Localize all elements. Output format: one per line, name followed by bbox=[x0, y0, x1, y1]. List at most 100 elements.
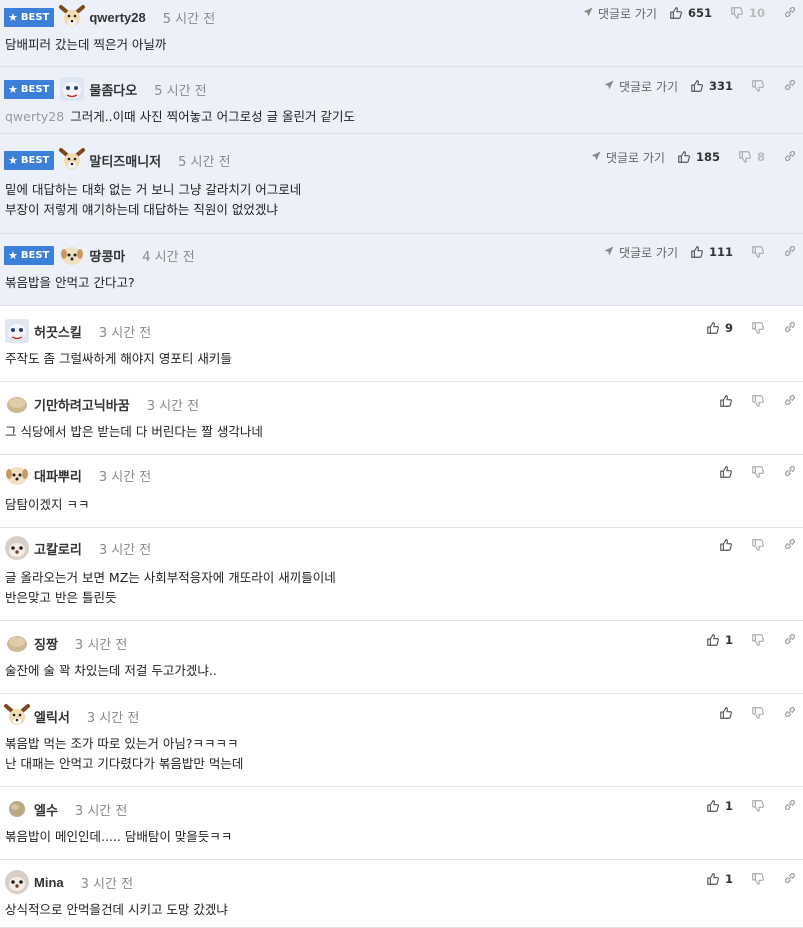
avatar[interactable] bbox=[4, 391, 30, 417]
avatar[interactable] bbox=[4, 318, 30, 344]
upvote-button[interactable]: 9 bbox=[706, 321, 733, 335]
thumbs-up-icon bbox=[719, 394, 733, 408]
upvote-button[interactable]: 1 bbox=[706, 872, 733, 886]
downvote-button[interactable] bbox=[751, 245, 765, 259]
copy-link-button[interactable] bbox=[783, 78, 797, 95]
downvote-button[interactable]: 10 bbox=[730, 6, 765, 20]
avatar[interactable] bbox=[59, 4, 85, 30]
comment-line-text: 담탐이겠지 ㅋㅋ bbox=[5, 497, 90, 512]
thumbs-down-icon bbox=[751, 394, 765, 408]
copy-link-button[interactable] bbox=[783, 149, 797, 166]
best-badge: ★ BEST bbox=[4, 150, 55, 170]
downvote-button[interactable] bbox=[751, 538, 765, 552]
avatar[interactable] bbox=[4, 869, 30, 895]
comment-nickname[interactable]: 말티즈매니저 bbox=[89, 151, 161, 170]
copy-link-button[interactable] bbox=[783, 705, 797, 722]
comment-nickname[interactable]: 고칼로리 bbox=[34, 539, 82, 558]
downvote-button[interactable] bbox=[751, 872, 765, 886]
link-icon bbox=[783, 464, 797, 481]
comment-line: 난 대패는 안먹고 기다렸다가 볶음밥만 먹는데 bbox=[5, 754, 243, 774]
goto-comment-button[interactable]: 댓글로 가기 bbox=[603, 244, 678, 261]
send-arrow-icon bbox=[603, 79, 619, 94]
goto-comment-button[interactable]: 댓글로 가기 bbox=[582, 5, 657, 22]
copy-link-button[interactable] bbox=[783, 798, 797, 815]
comment-line-text: 주작도 좀 그럴싸하게 해야지 영포티 새키들 bbox=[5, 351, 232, 366]
upvote-button[interactable] bbox=[719, 538, 733, 552]
comment-line: 글 올라오는거 보면 MZ는 사회부적응자에 개또라이 새끼들이네 bbox=[5, 568, 336, 588]
comment-nickname[interactable]: 기만하려고닉바꿈 bbox=[34, 395, 130, 414]
avatar[interactable] bbox=[4, 535, 30, 561]
avatar[interactable] bbox=[4, 462, 30, 488]
comment-nickname[interactable]: Mina bbox=[34, 875, 64, 890]
downvote-button[interactable] bbox=[751, 79, 765, 93]
upvote-button[interactable]: 651 bbox=[669, 6, 712, 20]
comment-time: 5 시간 전 bbox=[154, 83, 207, 99]
comment-nickname[interactable]: 허끗스킬 bbox=[34, 322, 82, 341]
avatar[interactable] bbox=[4, 703, 30, 729]
thumbs-down-icon bbox=[751, 245, 765, 259]
comment-time: 3 시간 전 bbox=[98, 469, 152, 485]
comment-nickname[interactable]: 대파뿌리 bbox=[34, 466, 82, 485]
comment-time: 3 시간 전 bbox=[86, 710, 140, 726]
thumbs-down-icon bbox=[751, 633, 765, 647]
comment-header: ★ BEST 물좀다오 5 시간 전 bbox=[4, 74, 207, 104]
link-icon bbox=[783, 798, 797, 815]
upvote-button[interactable]: 331 bbox=[690, 79, 733, 93]
copy-link-button[interactable] bbox=[783, 393, 797, 410]
downvote-button[interactable] bbox=[751, 799, 765, 813]
comment-line: 담탐이겠지 ㅋㅋ bbox=[5, 495, 89, 515]
goto-comment-button[interactable]: 댓글로 가기 bbox=[590, 149, 665, 166]
comment-line: 반은맞고 반은 틀린듯 bbox=[5, 588, 336, 608]
send-arrow-icon bbox=[582, 6, 598, 21]
goto-comment-label: 댓글로 가기 bbox=[618, 245, 678, 260]
copy-link-button[interactable] bbox=[783, 464, 797, 481]
upvote-count: 185 bbox=[695, 150, 720, 164]
copy-link-button[interactable] bbox=[783, 320, 797, 337]
thumbs-up-icon bbox=[719, 538, 733, 552]
thumbs-down-icon bbox=[751, 321, 765, 335]
downvote-button[interactable]: 8 bbox=[738, 150, 765, 164]
comment-nickname[interactable]: qwerty28 bbox=[89, 10, 145, 25]
copy-link-button[interactable] bbox=[783, 871, 797, 888]
comment-line: 술잔에 술 꽉 차있는데 저걸 두고가겠냐.. bbox=[5, 661, 217, 681]
goto-comment-button[interactable]: 댓글로 가기 bbox=[603, 78, 678, 95]
downvote-button[interactable] bbox=[751, 321, 765, 335]
comment-nickname[interactable]: 물좀다오 bbox=[89, 80, 137, 99]
upvote-button[interactable]: 1 bbox=[706, 799, 733, 813]
avatar[interactable] bbox=[59, 147, 85, 173]
comment-nickname[interactable]: 땅콩마 bbox=[89, 246, 125, 265]
upvote-button[interactable] bbox=[719, 394, 733, 408]
copy-link-button[interactable] bbox=[783, 244, 797, 261]
upvote-button[interactable] bbox=[719, 465, 733, 479]
comment-nickname[interactable]: 징짱 bbox=[34, 634, 58, 653]
downvote-button[interactable] bbox=[751, 394, 765, 408]
reply-to-nickname[interactable]: qwerty28 bbox=[5, 109, 64, 124]
comment-line-text: 볶음밥 먹는 조가 따로 있는거 아님?ㅋㅋㅋㅋ bbox=[5, 736, 239, 751]
avatar[interactable] bbox=[59, 242, 85, 268]
avatar[interactable] bbox=[59, 76, 85, 102]
comment-line-text: 그 식당에서 밥은 받는데 다 버린다는 짤 생각나네 bbox=[5, 424, 263, 439]
upvote-button[interactable] bbox=[719, 706, 733, 720]
upvote-button[interactable]: 111 bbox=[690, 245, 733, 259]
link-icon bbox=[783, 705, 797, 722]
downvote-button[interactable] bbox=[751, 465, 765, 479]
upvote-count: 9 bbox=[724, 321, 733, 335]
copy-link-button[interactable] bbox=[783, 537, 797, 554]
downvote-button[interactable] bbox=[751, 633, 765, 647]
avatar[interactable] bbox=[4, 630, 30, 656]
copy-link-button[interactable] bbox=[783, 5, 797, 22]
avatar[interactable] bbox=[4, 796, 30, 822]
comment-nickname[interactable]: 엘수 bbox=[34, 800, 58, 819]
comment-nickname[interactable]: 엘릭서 bbox=[34, 707, 70, 726]
comment-line: 상식적으로 안먹을건데 시키고 도망 갔겠냐 bbox=[5, 900, 228, 920]
downvote-button[interactable] bbox=[751, 706, 765, 720]
upvote-button[interactable]: 1 bbox=[706, 633, 733, 647]
upvote-count: 111 bbox=[708, 245, 733, 259]
upvote-button[interactable]: 185 bbox=[677, 150, 720, 164]
comment-text: 글 올라오는거 보면 MZ는 사회부적응자에 개또라이 새끼들이네 반은맞고 반은… bbox=[5, 568, 336, 608]
link-icon bbox=[783, 320, 797, 337]
comment-actions: 1 bbox=[706, 627, 797, 653]
copy-link-button[interactable] bbox=[783, 632, 797, 649]
thumbs-up-icon bbox=[677, 150, 691, 164]
comment-line-text: 부장이 저렇게 얘기하는데 대답하는 직원이 없었겠냐 bbox=[5, 202, 278, 217]
